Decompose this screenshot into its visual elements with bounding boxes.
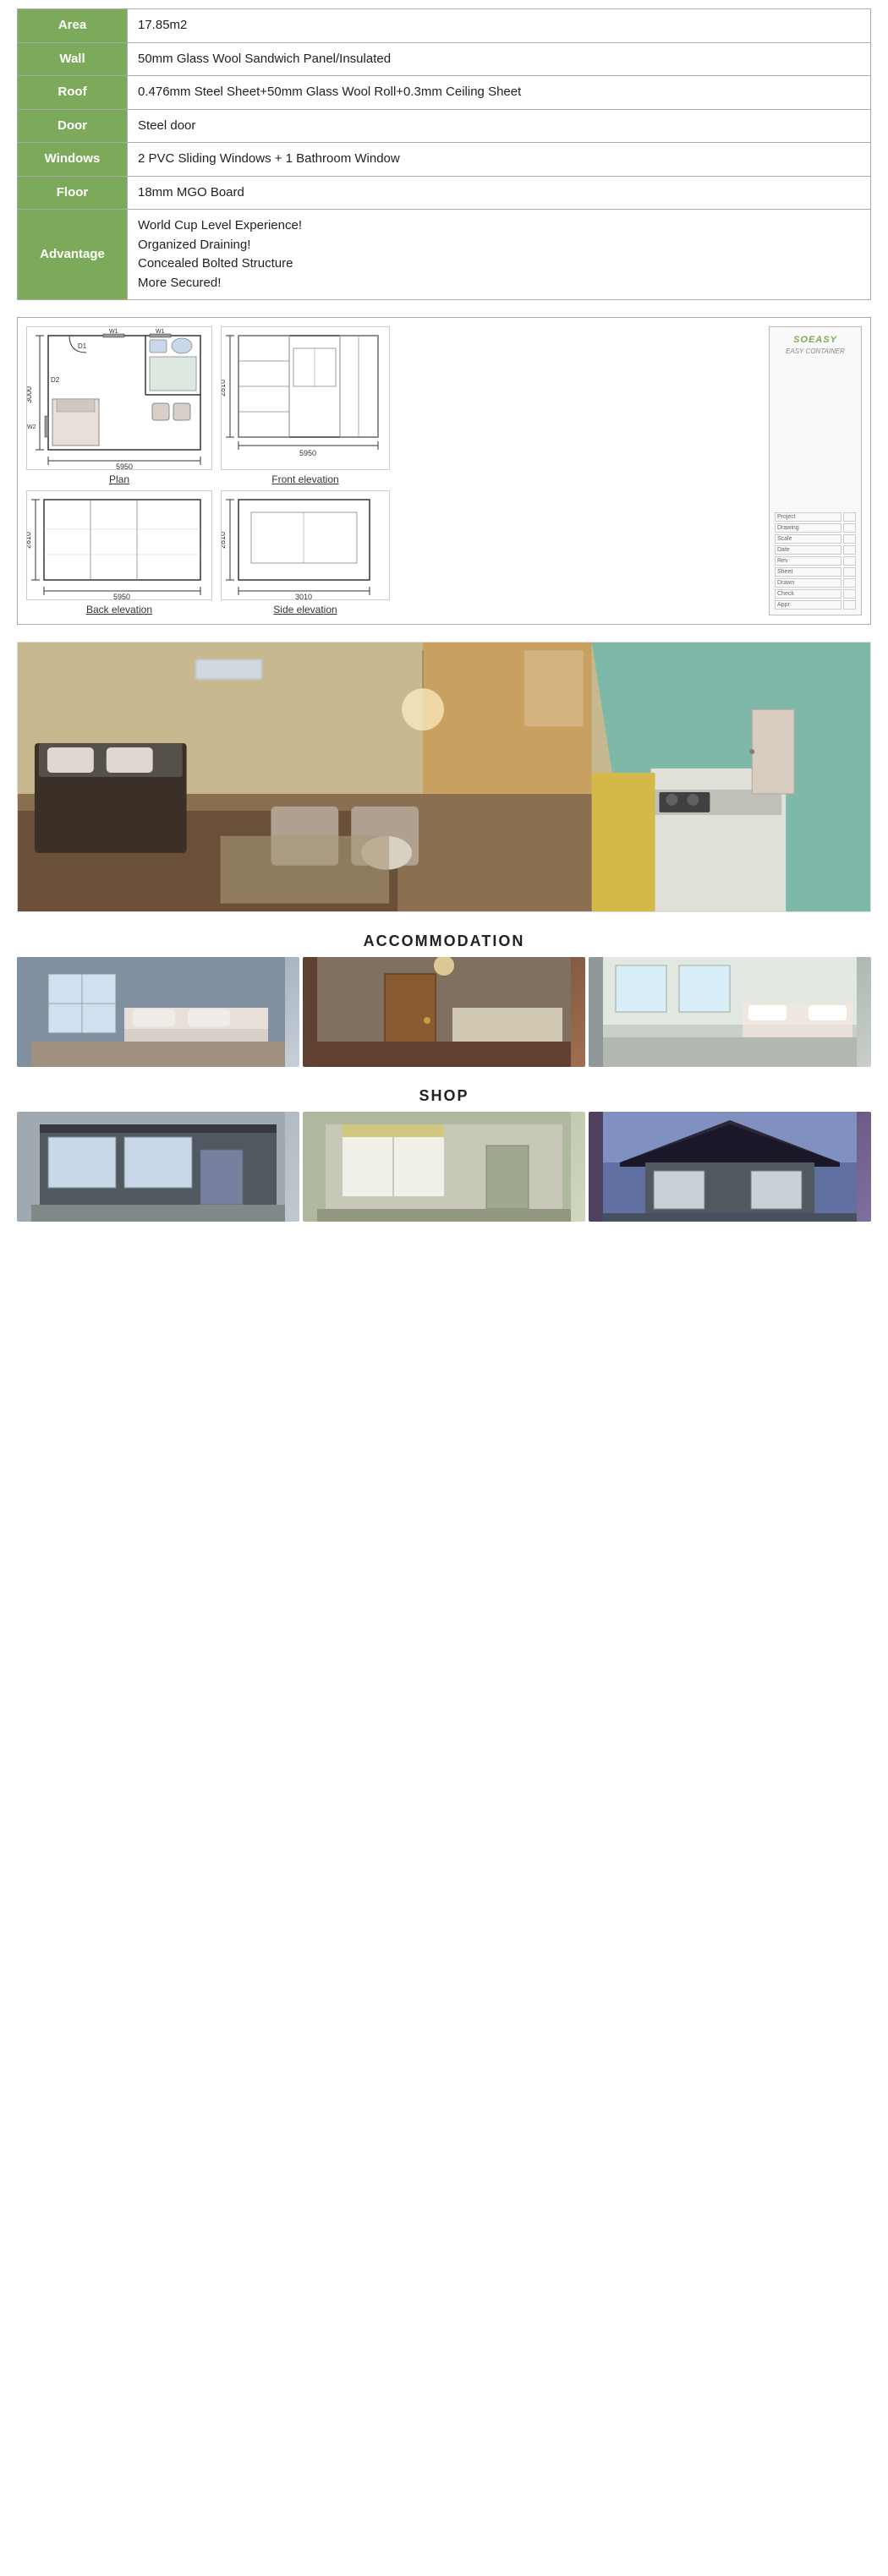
specs-value-0: 17.85m2 xyxy=(128,9,871,43)
front-elevation-svg: 2810 5950 xyxy=(221,326,390,470)
soeasy-sub: EASY CONTAINER xyxy=(786,347,845,356)
specs-value-1: 50mm Glass Wool Sandwich Panel/Insulated xyxy=(128,42,871,76)
acc-photo-3-svg xyxy=(589,957,871,1067)
plan-svg: 3000 5950 D1 xyxy=(26,326,212,470)
accommodation-photo-grid xyxy=(0,957,888,1075)
specs-label-4: Windows xyxy=(18,143,128,177)
diagram-section: 3000 5950 D1 xyxy=(0,309,888,633)
front-elevation-label: Front elevation xyxy=(271,473,338,485)
shop-photo-1 xyxy=(17,1112,299,1222)
svg-text:5950: 5950 xyxy=(113,593,130,600)
accommodation-photo-1 xyxy=(17,957,299,1067)
soeasy-brand: SOEASY xyxy=(793,334,837,347)
acc-photo-1-svg xyxy=(17,957,299,1067)
specs-value-5: 18mm MGO Board xyxy=(128,176,871,210)
svg-text:W2: W2 xyxy=(27,424,36,430)
plan-item: 3000 5950 D1 xyxy=(26,326,212,485)
specs-label-0: Area xyxy=(18,9,128,43)
back-elevation-item: 2810 5950 Back elevation xyxy=(26,490,212,615)
shop-photo-2-svg xyxy=(303,1112,585,1222)
specs-value-6: World Cup Level Experience!Organized Dra… xyxy=(128,210,871,300)
bottom-diagrams-row: 2810 5950 Back elevation xyxy=(26,490,760,615)
svg-text:W1: W1 xyxy=(109,329,118,335)
accommodation-photo-3 xyxy=(589,957,871,1067)
accommodation-heading: ACCOMMODATION xyxy=(0,921,888,957)
diagram-box: 3000 5950 D1 xyxy=(17,317,871,625)
soeasy-logo-box: SOEASY EASY CONTAINER xyxy=(773,331,858,360)
specs-label-1: Wall xyxy=(18,42,128,76)
soeasy-detail-table: Project Drawing Scale Date Rev Sheet Dra… xyxy=(773,511,858,611)
acc-photo-2-svg xyxy=(303,957,585,1067)
svg-text:2810: 2810 xyxy=(221,532,227,549)
shop-photo-grid xyxy=(0,1112,888,1230)
svg-text:3010: 3010 xyxy=(295,593,312,600)
back-elevation-svg: 2810 5950 xyxy=(26,490,212,600)
diagram-inner: 3000 5950 D1 xyxy=(26,326,862,615)
specs-value-4: 2 PVC Sliding Windows + 1 Bathroom Windo… xyxy=(128,143,871,177)
shop-photo-1-svg xyxy=(17,1112,299,1222)
shop-photo-3-svg xyxy=(589,1112,871,1222)
svg-text:3000: 3000 xyxy=(26,386,33,403)
specs-label-3: Door xyxy=(18,109,128,143)
interior-render-svg xyxy=(18,642,870,912)
render-box xyxy=(17,642,871,912)
specs-table: Area17.85m2Wall50mm Glass Wool Sandwich … xyxy=(17,8,871,300)
side-elevation-label: Side elevation xyxy=(273,604,337,615)
specs-label-5: Floor xyxy=(18,176,128,210)
front-elevation-item: 2810 5950 xyxy=(221,326,390,485)
svg-text:5950: 5950 xyxy=(299,449,316,457)
svg-text:D2: D2 xyxy=(51,376,60,384)
specs-label-2: Roof xyxy=(18,76,128,110)
specs-section: Area17.85m2Wall50mm Glass Wool Sandwich … xyxy=(0,0,888,309)
accommodation-photo-2 xyxy=(303,957,585,1067)
shop-photo-2 xyxy=(303,1112,585,1222)
plan-label: Plan xyxy=(109,473,129,485)
svg-text:5950: 5950 xyxy=(116,462,133,470)
specs-value-2: 0.476mm Steel Sheet+50mm Glass Wool Roll… xyxy=(128,76,871,110)
top-diagrams-row: 3000 5950 D1 xyxy=(26,326,760,485)
side-elevation-svg: 2810 3010 xyxy=(221,490,390,600)
specs-label-6: Advantage xyxy=(18,210,128,300)
side-elevation-item: 2810 3010 Side elevation xyxy=(221,490,390,615)
shop-photo-3 xyxy=(589,1112,871,1222)
diagram-left: 3000 5950 D1 xyxy=(26,326,760,615)
svg-text:D1: D1 xyxy=(78,342,87,350)
back-elevation-label: Back elevation xyxy=(86,604,152,615)
specs-value-3: Steel door xyxy=(128,109,871,143)
svg-text:2810: 2810 xyxy=(221,380,227,397)
svg-text:W1: W1 xyxy=(156,329,165,335)
render-section xyxy=(0,633,888,921)
svg-text:2810: 2810 xyxy=(26,532,32,549)
shop-heading: SHOP xyxy=(0,1075,888,1112)
soeasy-panel: SOEASY EASY CONTAINER Project Drawing Sc… xyxy=(769,326,862,615)
